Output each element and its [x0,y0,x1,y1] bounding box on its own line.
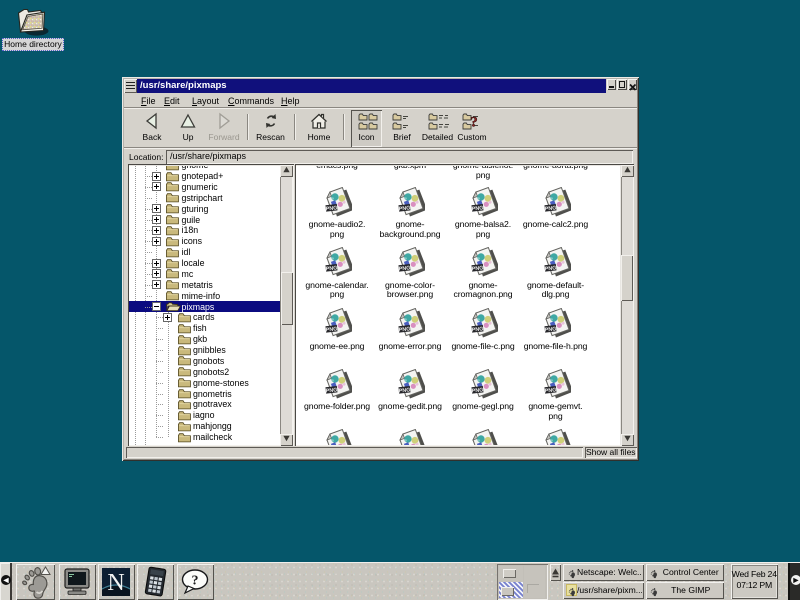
svg-text:?: ? [192,574,199,589]
svg-text:N: N [107,570,124,596]
svg-text:?: ? [470,115,478,131]
